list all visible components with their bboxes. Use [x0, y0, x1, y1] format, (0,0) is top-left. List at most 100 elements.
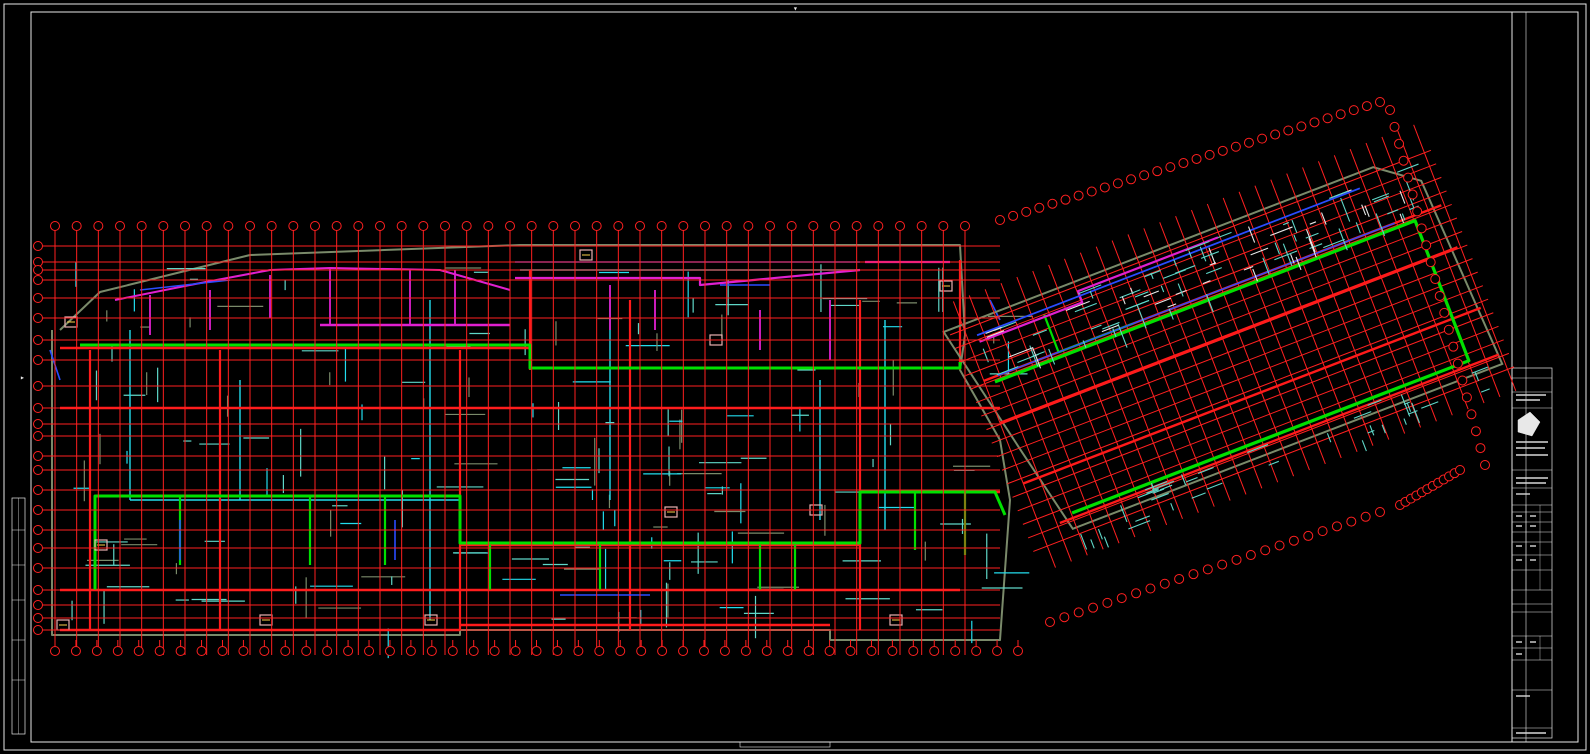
- axis-bubble: [238, 646, 249, 656]
- axis-bubble: [331, 221, 342, 231]
- axis-bubble: [180, 221, 190, 231]
- axis-bubble: [133, 646, 144, 656]
- axis-bubble: [136, 221, 147, 231]
- axis-bubble: [1102, 597, 1113, 608]
- axis-bubble: [196, 646, 207, 656]
- axis-bubble: [489, 646, 500, 656]
- axis-bubble: [1045, 617, 1055, 627]
- top-center-mark: ▾: [793, 4, 798, 13]
- axis-bubble: [845, 646, 856, 656]
- wall-segment: [1340, 197, 1351, 222]
- axis-bubble: [573, 646, 584, 656]
- wall-segment: [1031, 351, 1045, 358]
- axis-bubble: [353, 221, 364, 231]
- axis-bubble: [548, 221, 559, 231]
- axis-bubble: [468, 646, 479, 656]
- axis-bubble: [266, 221, 277, 231]
- cad-drawing-sheet: ▾ ▸: [3, 3, 1587, 751]
- axis-bubble: [1361, 101, 1372, 112]
- axis-bubble: [1421, 240, 1432, 251]
- axis-bubble: [526, 221, 537, 231]
- axis-bubble: [1430, 274, 1441, 285]
- axis-bubble: [405, 646, 416, 656]
- axis-bubble: [1317, 526, 1328, 537]
- axis-bubble: [830, 221, 840, 231]
- axis-bubble: [1013, 646, 1023, 656]
- wall-segment: [1373, 195, 1389, 203]
- axis-bubble: [1073, 190, 1084, 201]
- axis-bubble: [33, 381, 43, 391]
- axis-bubble: [33, 313, 43, 323]
- axis-bubble: [1309, 117, 1320, 128]
- wall-segment: [1160, 285, 1165, 293]
- axis-bubble: [1021, 206, 1032, 217]
- axis-bubble: [803, 646, 814, 656]
- axis-bubble: [33, 335, 43, 345]
- axis-bubble: [1088, 602, 1099, 613]
- axis-bubble: [698, 646, 709, 656]
- axis-bubble: [1243, 137, 1254, 148]
- wall-segment: [1032, 329, 1047, 336]
- axis-bubble: [873, 221, 884, 231]
- axis-bubble: [1480, 460, 1490, 470]
- axis-bubble: [310, 221, 320, 231]
- wall-segment: [1090, 539, 1095, 549]
- axis-bubble: [636, 646, 647, 656]
- axis-bubble: [1335, 109, 1346, 120]
- axis-bubble: [223, 221, 234, 231]
- axis-bubble: [1416, 223, 1427, 234]
- axis-bubble: [33, 431, 43, 441]
- axis-bubble: [175, 646, 186, 656]
- axis-bubble: [1375, 507, 1385, 517]
- axis-bubble: [154, 646, 165, 656]
- axis-bubble: [158, 221, 169, 231]
- axis-bubble: [995, 215, 1005, 225]
- inner-frame: [30, 11, 1579, 743]
- axis-line-vertical: [968, 295, 1072, 562]
- axis-bubble: [1174, 573, 1185, 584]
- axis-bubble: [33, 293, 43, 303]
- wall-segment: [1309, 221, 1317, 225]
- axis-bubble: [1126, 174, 1137, 185]
- axis-bubble: [1270, 129, 1281, 140]
- axis-bubble: [1412, 206, 1423, 217]
- axis-bubble: [1191, 153, 1202, 164]
- axis-bubble: [1375, 97, 1385, 107]
- fire-zone-boundary: [93, 490, 1007, 590]
- axis-bubble: [656, 221, 667, 231]
- axis-bubble: [743, 221, 754, 231]
- wall-segment: [1305, 229, 1316, 253]
- axis-bubble: [1274, 540, 1285, 551]
- axis-bubble: [1099, 182, 1110, 193]
- wall-segment: [1103, 536, 1109, 548]
- axis-bubble: [1152, 166, 1163, 177]
- wall-segment: [1403, 418, 1407, 425]
- axis-bubble: [280, 646, 291, 656]
- axis-line-horizontal: [960, 176, 1442, 363]
- axis-bubble: [33, 563, 43, 573]
- axis-bubble: [1165, 162, 1176, 173]
- left-center-mark: ▸: [20, 373, 25, 382]
- axis-bubble: [916, 221, 927, 231]
- axis-bubble: [1360, 511, 1371, 522]
- axis-bubble: [1455, 465, 1465, 475]
- axis-bubble: [1139, 170, 1150, 181]
- axis-bubble: [1188, 569, 1199, 580]
- axis-bubble: [1461, 392, 1472, 403]
- wall-segment: [1217, 231, 1232, 239]
- axis-bubble: [33, 613, 43, 623]
- wall-segment: [1270, 226, 1293, 236]
- wall-segment: [1065, 300, 1090, 311]
- axis-bubble: [375, 221, 385, 231]
- wall-segment: [1361, 440, 1367, 452]
- axis-bubble: [33, 403, 43, 413]
- axis-bubble: [112, 646, 123, 656]
- axis-bubble: [33, 585, 43, 595]
- axis-bubble: [657, 646, 668, 656]
- axis-bubble: [938, 221, 949, 231]
- wall-segment: [1008, 347, 1034, 358]
- axis-bubble: [678, 221, 689, 231]
- axis-bubble: [322, 646, 333, 656]
- axis-bubble: [1331, 521, 1342, 532]
- fire-zone-boundary: [1043, 314, 1134, 354]
